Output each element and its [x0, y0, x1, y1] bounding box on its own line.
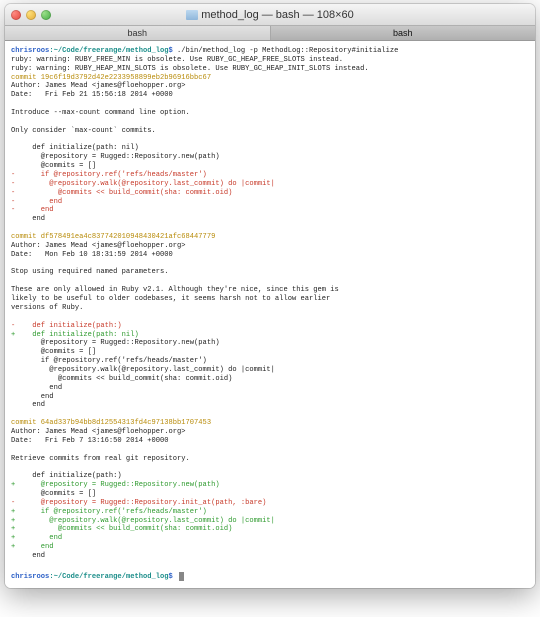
terminal-line: @repository = Rugged::Repository.new(pat…: [11, 339, 529, 348]
blank-line: [11, 313, 529, 322]
terminal-line: likely to be useful to older codebases, …: [11, 295, 529, 304]
terminal-line: def initialize(path:): [11, 472, 529, 481]
close-icon[interactable]: [11, 10, 21, 20]
terminal-line: Author: James Mead <james@floehopper.org…: [11, 242, 529, 251]
terminal-line: Only consider `max-count` commits.: [11, 127, 529, 136]
terminal-line: These are only allowed in Ruby v2.1. Alt…: [11, 286, 529, 295]
tab-bash-2[interactable]: bash: [271, 26, 536, 40]
terminal-line: end: [11, 552, 529, 561]
terminal-line: @commits = []: [11, 162, 529, 171]
blank-line: [11, 118, 529, 127]
terminal-line: - @repository.walk(@repository.last_comm…: [11, 180, 529, 189]
minimize-icon[interactable]: [26, 10, 36, 20]
terminal-line: end: [11, 393, 529, 402]
blank-line: [11, 561, 529, 570]
terminal-line: Introduce --max-count command line optio…: [11, 109, 529, 118]
terminal-line: + @repository.walk(@repository.last_comm…: [11, 517, 529, 526]
terminal-line: ruby: warning: RUBY_HEAP_MIN_SLOTS is ob…: [11, 65, 529, 74]
terminal-line: + @commits << build_commit(sha: commit.o…: [11, 525, 529, 534]
titlebar[interactable]: method_log — bash — 108×60: [5, 4, 535, 26]
terminal-line: end: [11, 384, 529, 393]
blank-line: [11, 224, 529, 233]
blank-line: [11, 446, 529, 455]
terminal-line: - end: [11, 198, 529, 207]
window-title: method_log — bash — 108×60: [11, 9, 529, 21]
terminal-line: end: [11, 215, 529, 224]
terminal-line: def initialize(path: nil): [11, 144, 529, 153]
terminal-line: if @repository.ref('refs/heads/master'): [11, 357, 529, 366]
terminal-line: - if @repository.ref('refs/heads/master'…: [11, 171, 529, 180]
zoom-icon[interactable]: [41, 10, 51, 20]
terminal-line: + @repository = Rugged::Repository.new(p…: [11, 481, 529, 490]
terminal-line: + end: [11, 543, 529, 552]
terminal-line: @commits = []: [11, 490, 529, 499]
terminal-line: @commits << build_commit(sha: commit.oid…: [11, 375, 529, 384]
terminal-line: commit 19c6f19d3792d42e2233958899eb2b969…: [11, 74, 529, 83]
terminal-line: end: [11, 401, 529, 410]
tab-bar: bash bash: [5, 26, 535, 41]
window-title-text: method_log — bash — 108×60: [201, 9, 354, 21]
blank-line: [11, 410, 529, 419]
terminal-line: + end: [11, 534, 529, 543]
blank-line: [11, 277, 529, 286]
terminal-line: Retrieve commits from real git repositor…: [11, 455, 529, 464]
terminal-line: Date: Fri Feb 7 13:16:50 2014 +0000: [11, 437, 529, 446]
folder-icon: [186, 10, 198, 20]
terminal-line: - end: [11, 206, 529, 215]
terminal-line: commit df578491ea4c837742010948430421afc…: [11, 233, 529, 242]
terminal-line: + def initialize(path: nil): [11, 331, 529, 340]
blank-line: [11, 136, 529, 145]
tab-bash-1[interactable]: bash: [5, 26, 271, 40]
cursor-icon: [179, 572, 184, 581]
terminal-line: @commits = []: [11, 348, 529, 357]
terminal-line: Date: Mon Feb 10 18:31:59 2014 +0000: [11, 251, 529, 260]
terminal-line: ruby: warning: RUBY_FREE_MIN is obsolete…: [11, 56, 529, 65]
terminal-line: Date: Fri Feb 21 15:56:18 2014 +0000: [11, 91, 529, 100]
prompt-line: chrisroos:~/Code/freerange/method_log$: [11, 572, 529, 582]
terminal-line: - @repository = Rugged::Repository.init_…: [11, 499, 529, 508]
terminal-output[interactable]: chrisroos:~/Code/freerange/method_log$ .…: [5, 41, 535, 588]
terminal-line: @repository = Rugged::Repository.new(pat…: [11, 153, 529, 162]
terminal-line: versions of Ruby.: [11, 304, 529, 313]
terminal-line: - def initialize(path:): [11, 322, 529, 331]
blank-line: [11, 100, 529, 109]
prompt-line: chrisroos:~/Code/freerange/method_log$ .…: [11, 47, 529, 56]
blank-line: [11, 260, 529, 269]
terminal-line: Stop using required named parameters.: [11, 268, 529, 277]
terminal-window: method_log — bash — 108×60 bash bash chr…: [5, 4, 535, 588]
terminal-line: commit 64ad337b94bb8d12554313fd4c97138bb…: [11, 419, 529, 428]
terminal-line: + if @repository.ref('refs/heads/master'…: [11, 508, 529, 517]
terminal-line: @repository.walk(@repository.last_commit…: [11, 366, 529, 375]
terminal-line: Author: James Mead <james@floehopper.org…: [11, 428, 529, 437]
window-controls: [11, 10, 51, 20]
blank-line: [11, 463, 529, 472]
terminal-line: Author: James Mead <james@floehopper.org…: [11, 82, 529, 91]
terminal-line: - @commits << build_commit(sha: commit.o…: [11, 189, 529, 198]
